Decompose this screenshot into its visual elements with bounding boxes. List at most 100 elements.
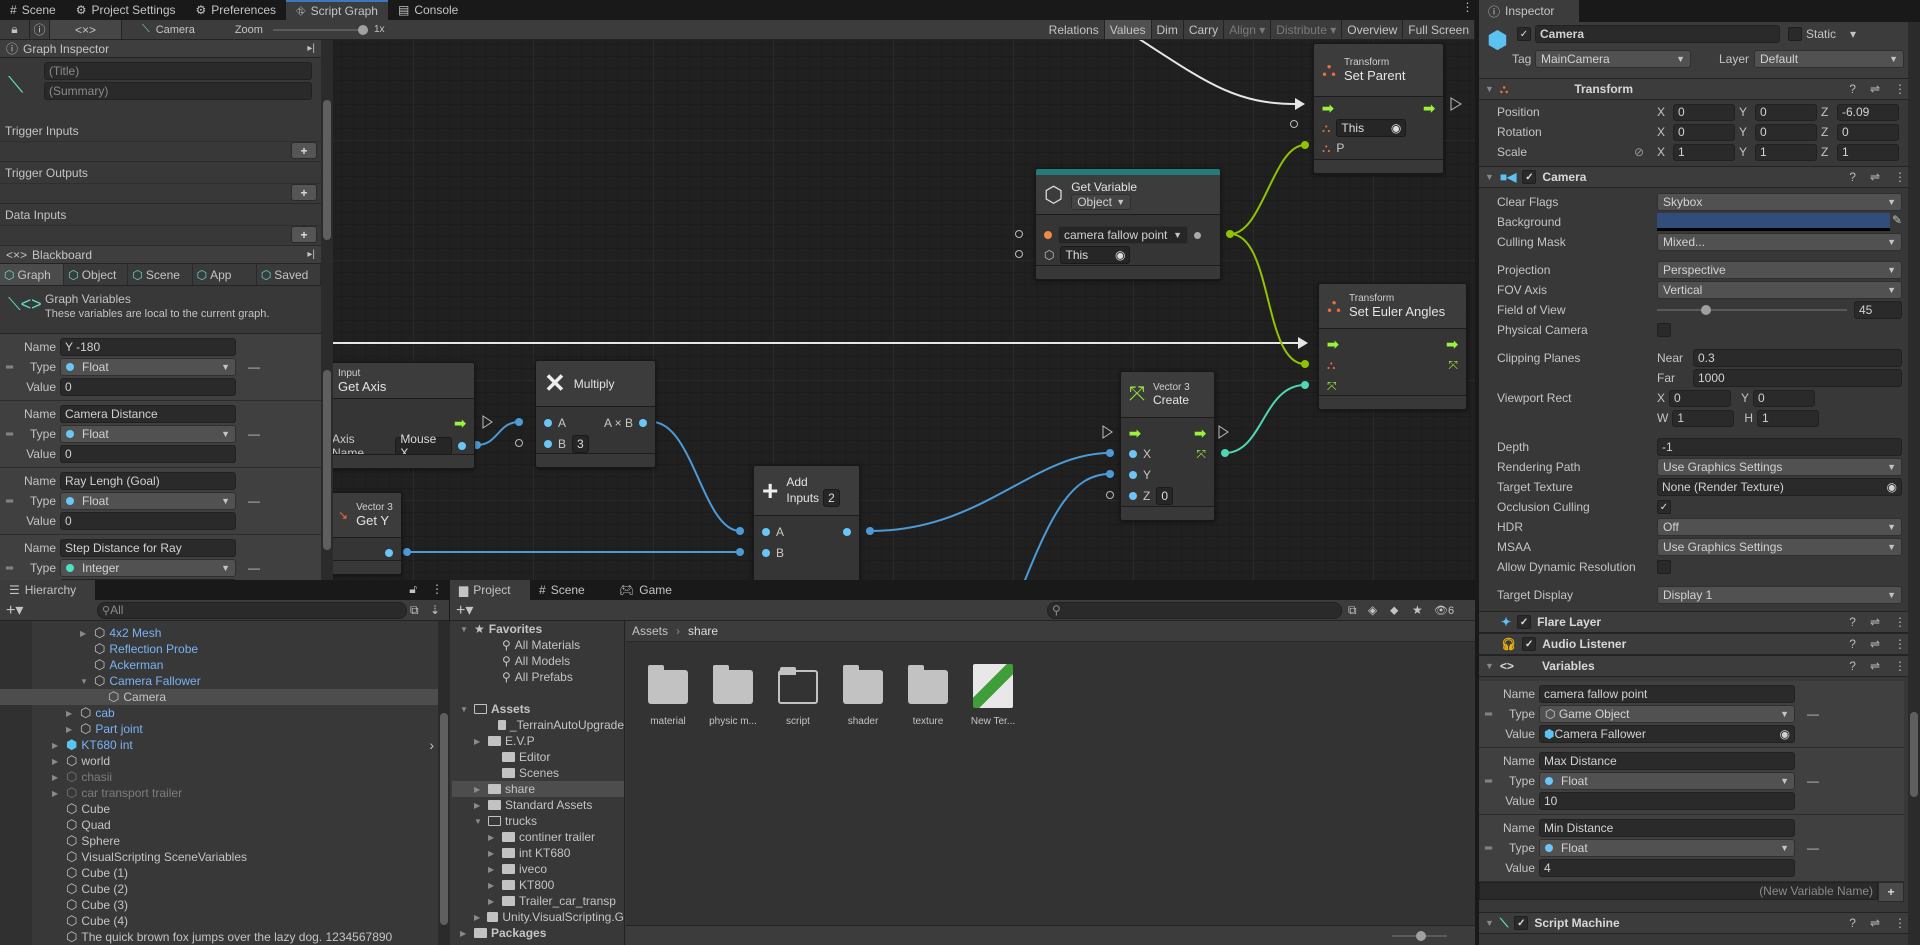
target-display-dropdown[interactable]: Display 1 ▼ [1657,586,1902,604]
msaa-dropdown[interactable]: Use Graphics Settings ▼ [1657,538,1902,556]
tab-preferences[interactable]: ⚙ Preferences [186,0,286,20]
overview-button[interactable]: Overview [1342,20,1404,39]
project-tree-item[interactable] [452,685,624,701]
project-tree-item[interactable]: ⚲ All Models [452,653,624,669]
physical-camera-checkbox[interactable] [1657,323,1671,337]
far-clip-input[interactable]: 1000 [1693,369,1902,387]
create-asset-button[interactable]: +▾ [456,600,473,620]
remove-variable-button[interactable]: — [248,360,260,374]
tag-dropdown[interactable]: MainCamera ▼ [1535,50,1691,68]
variable-name-input[interactable]: Step Distance for Ray [60,539,236,557]
icon-size-slider[interactable] [1392,931,1447,941]
expand-arrow-icon[interactable]: ▶ [474,737,484,746]
align-button[interactable]: Align ▾ [1224,20,1272,39]
expand-arrow-icon[interactable]: ▶ [488,865,498,874]
hierarchy-item[interactable]: ▶ ⬡ chasii [0,769,438,785]
transform-header[interactable]: ▼ ⛬ Transform? ⇌ ⋮ [1479,78,1920,100]
lock-button[interactable]: 🔒︎ [0,20,30,39]
hierarchy-item[interactable]: ⬡ Camera [0,689,438,705]
hierarchy-item[interactable]: ⬡ VisualScripting SceneVariables [0,849,438,865]
transform-rotation-z-input[interactable]: 0 [1837,123,1899,141]
z-value-field[interactable]: 0 [1156,487,1174,505]
expand-arrow-icon[interactable]: ▶ [474,913,483,922]
drag-handle-icon[interactable]: ═ [6,563,13,574]
expand-arrow-icon[interactable]: ▶ [460,929,470,938]
node-multiply[interactable]: ✕ Multiply A A × B B3 [535,360,656,468]
breadcrumb-item[interactable]: Assets [632,624,668,638]
expand-arrow-icon[interactable]: ▼ [80,677,90,686]
help-icon[interactable]: ? [1849,615,1856,629]
project-tree-item[interactable]: ▶ continer trailer [452,829,624,845]
viewport-y-input[interactable]: 0 [1753,389,1816,407]
culling-mask-dropdown[interactable]: Mixed... ▼ [1657,233,1902,251]
expand-arrow-icon[interactable]: ▶ [66,709,76,718]
presets-icon[interactable]: ⇌ [1870,82,1880,96]
carry-button[interactable]: Carry [1184,20,1225,39]
transform-position-x-input[interactable]: 0 [1673,103,1735,121]
fov-slider[interactable]: 45 [1657,301,1902,319]
component-menu-icon[interactable]: ⋮ [1894,659,1906,673]
filter-label-icon[interactable]: ◈ [1368,603,1377,617]
variable-name-input[interactable]: Ray Lengh (Goal) [60,472,236,490]
remove-variable-button[interactable]: — [248,561,260,575]
transform-scale-z-input[interactable]: 1 [1837,143,1899,161]
layer-dropdown[interactable]: Default ▼ [1754,50,1904,68]
add-data-input-button[interactable]: + [291,226,317,243]
component-menu-icon[interactable]: ⋮ [1894,82,1906,96]
transform-scale-x-input[interactable]: 1 [1673,143,1735,161]
tab-inspector[interactable]: ⓘ Inspector [1479,0,1579,22]
variable-name-input[interactable]: Camera Distance [60,405,236,423]
blackboard-tab-app[interactable]: ⬡ App [193,264,257,285]
drag-handle-icon[interactable]: ═ [6,362,13,373]
remove-variable-button[interactable]: — [248,427,260,441]
inputs-count-field[interactable]: 2 [823,488,840,507]
flare-enabled-checkbox[interactable]: ✓ [1517,615,1532,629]
left-panel-scrollbar[interactable] [321,40,333,580]
search-by-type-icon[interactable]: ⧉ [1348,603,1357,618]
static-checkbox[interactable] [1788,27,1802,41]
variable-name-input[interactable]: Y -180 [60,338,236,356]
hierarchy-item[interactable]: ▶ ⬡ world [0,753,438,769]
transform-rotation-y-input[interactable]: 0 [1755,123,1817,141]
variables-toggle-button[interactable]: <×> [50,20,122,39]
component-menu-icon[interactable]: ⋮ [1894,637,1906,651]
occlusion-culling-checkbox[interactable]: ✓ [1657,500,1671,514]
remove-variable-button[interactable]: — [1807,841,1819,855]
expand-arrow-icon[interactable]: ▶ [52,789,62,798]
info-button[interactable]: ⓘ [30,20,50,39]
project-tree-item[interactable]: ▼ Assets [452,701,624,717]
tab-project-settings[interactable]: ⚙ Project Settings [66,0,186,20]
asset-item[interactable]: shader [831,665,895,727]
add-trigger-output-button[interactable]: + [291,184,317,201]
expand-arrow-icon[interactable]: ▶ [474,801,484,810]
expand-arrow-icon[interactable]: ▶ [488,833,498,842]
relations-button[interactable]: Relations [1044,20,1105,39]
project-tree-item[interactable]: ▼ trucks [452,813,624,829]
hierarchy-item[interactable]: ⬡ Cube (1) [0,865,438,881]
project-tree-item[interactable]: _TerrainAutoUpgrade [452,717,624,733]
node-get-axis[interactable]: Input Get Axis ➡ Axis Name Mouse X [333,362,475,469]
expand-arrow-icon[interactable]: ▶ [52,757,62,766]
hierarchy-item[interactable]: ⬡ The quick brown fox jumps over the lazy… [0,929,438,945]
menu-icon[interactable]: ⋮ [425,580,449,600]
drag-handle-icon[interactable]: ═ [6,496,13,507]
rendering-path-dropdown[interactable]: Use Graphics Settings ▼ [1657,458,1902,476]
variable-type-dropdown[interactable]: Float ▼ [60,425,236,443]
tab-project[interactable]: ▆ Project [450,580,530,600]
variable-value-input[interactable]: 0 [60,378,236,396]
variable-name-input[interactable]: camera fallow point [1539,685,1795,703]
graph-summary-input[interactable]: (Summary) [44,82,312,100]
expand-arrow-icon[interactable]: ▶ [66,725,76,734]
variable-type-dropdown[interactable]: Float ▼ [1539,772,1795,790]
hierarchy-scrollbar[interactable] [438,621,450,945]
variable-type-dropdown[interactable]: Float ▼ [60,492,236,510]
clear-flags-dropdown[interactable]: Skybox ▼ [1657,193,1902,211]
hierarchy-item[interactable]: ▼ ⬡ Camera Fallower [0,673,438,689]
drag-handle-icon[interactable]: ═ [1485,843,1492,854]
create-button[interactable]: +▾ [6,600,23,620]
component-menu-icon[interactable]: ⋮ [1894,615,1906,629]
project-tree-item[interactable]: ▶ Packages [452,925,624,941]
hierarchy-item[interactable]: ⬡ Cube (3) [0,897,438,913]
variable-name-dropdown[interactable]: camera fallow point ▼ [1058,226,1188,244]
expand-arrow-icon[interactable]: ▼ [474,817,484,826]
